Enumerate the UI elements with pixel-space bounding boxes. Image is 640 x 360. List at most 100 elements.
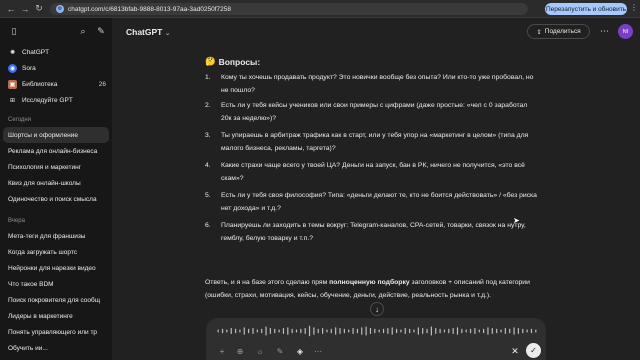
list-text: Кому ты хочешь продавать продукт? Это но…: [221, 74, 534, 94]
globe-icon[interactable]: ⊕: [234, 345, 246, 357]
list-text: Какие страхи чаще всего у твоей ЦА? День…: [221, 162, 525, 182]
toggle-sidebar-icon[interactable]: ▯: [9, 26, 19, 36]
waveform-bar: [378, 329, 380, 333]
browser-toolbar: ← → ↻ ⚙ chatgpt.com/c/6813bfab-9888-8013…: [0, 0, 640, 18]
new-chat-icon[interactable]: ✎: [96, 26, 106, 36]
waveform-bar: [369, 328, 372, 334]
waveform-bar: [322, 328, 324, 334]
message-content: 🤔 Вопросы: 1. Кому ты хочешь продавать п…: [205, 46, 545, 346]
lightbulb-icon[interactable]: ☼: [254, 345, 266, 357]
scroll-down-button[interactable]: ↓: [370, 302, 384, 316]
library-icon: ▣: [8, 79, 17, 89]
waveform-bar: [448, 328, 450, 334]
add-icon[interactable]: +: [216, 345, 228, 357]
section-today-label: Сегодня: [8, 117, 31, 123]
chat-item[interactable]: Понять управляющего или тр: [0, 324, 112, 340]
chatgpt-logo-icon: ✺: [9, 49, 16, 56]
waveform-bar: [461, 328, 463, 334]
sidebar-item-explore-gpt[interactable]: ⊞ Исследуйте GPT: [0, 92, 112, 108]
relaunch-update-button[interactable]: Перезапустить и обновить: [545, 3, 627, 15]
list-number: 3.: [205, 132, 211, 139]
sidebar-item-sora[interactable]: ◉ Sora: [0, 60, 112, 76]
chat-item[interactable]: Лидеры в маркетинге: [0, 308, 112, 324]
mouse-cursor-icon: ➤: [513, 216, 520, 225]
address-bar[interactable]: ⚙ chatgpt.com/c/6813bfab-9888-8013-97aa-…: [50, 3, 528, 15]
chat-item[interactable]: Поиск покровителя для сообщ: [0, 292, 112, 308]
waveform-bar: [352, 328, 354, 334]
list-text: Ты упираешь в арбитраж трафика как в ста…: [221, 132, 529, 152]
waveform-bar: [435, 328, 437, 334]
waveform-bar: [265, 326, 267, 336]
waveform-bar: [487, 327, 489, 335]
chat-item[interactable]: Мета-теги для франшизы: [0, 228, 112, 244]
waveform-bar: [217, 329, 219, 333]
sidebar-item-label: Sora: [22, 64, 36, 72]
waveform-bar: [339, 328, 341, 334]
questions-heading: 🤔 Вопросы:: [205, 56, 260, 67]
chat-item[interactable]: Квиз для онлайн-школы: [0, 175, 112, 191]
sidebar-item-chatgpt[interactable]: ✺ ChatGPT: [0, 44, 112, 60]
confirm-dictation-button[interactable]: ✓: [526, 343, 541, 358]
forward-icon[interactable]: →: [18, 2, 32, 16]
waveform-bar: [430, 326, 432, 336]
waveform-bar: [261, 328, 263, 334]
waveform-bar: [496, 328, 498, 334]
share-icon: ⇪: [536, 28, 542, 36]
main-header: ChatGPT ⌄ ⇪ Поделиться ⋯ NI: [112, 18, 640, 46]
avatar[interactable]: NI: [618, 24, 633, 39]
chat-item[interactable]: Когда загружать шортс: [0, 244, 112, 260]
waveform-bar: [409, 328, 411, 334]
waveform-bar: [348, 329, 350, 333]
waveform-bar: [469, 328, 472, 334]
paragraph-bold-text: полноценную подборку: [329, 279, 410, 286]
waveform-bar: [308, 325, 311, 337]
list-text: Планируешь ли заходить в темы вокруг: Te…: [221, 222, 526, 242]
waveform-bar: [234, 328, 237, 334]
library-count: 26: [98, 80, 106, 88]
waveform-bar: [269, 328, 271, 334]
more-tools-icon[interactable]: ⋯: [312, 345, 324, 357]
chat-item[interactable]: Шортсы и оформление: [3, 127, 109, 143]
back-icon[interactable]: ←: [4, 2, 18, 16]
cancel-dictation-button[interactable]: ✕: [509, 345, 521, 357]
waveform-bar: [439, 328, 441, 334]
canvas-icon[interactable]: ◈: [294, 345, 306, 357]
waveform-bar: [474, 328, 476, 334]
waveform-bar: [274, 328, 276, 334]
chat-item[interactable]: Обучить ии...: [0, 340, 112, 356]
pen-icon[interactable]: ✎: [274, 345, 286, 357]
waveform-bar: [491, 328, 493, 334]
waveform-bar: [456, 327, 459, 335]
share-label: Поделиться: [544, 28, 581, 35]
waveform-bar: [504, 328, 506, 334]
list-number: 2.: [205, 102, 211, 109]
waveform-bar: [361, 327, 363, 335]
list-text: Есть ли у тебя своя философия? Типа: «де…: [221, 192, 537, 212]
share-button[interactable]: ⇪ Поделиться: [527, 24, 590, 39]
waveform-bar: [374, 328, 376, 334]
list-number: 6.: [205, 222, 211, 229]
waveform-bar: [330, 328, 332, 334]
url-text[interactable]: chatgpt.com/c/6813bfab-9888-8013-97aa-3a…: [68, 6, 231, 13]
chat-item[interactable]: Нейронки для нарезки видео: [0, 260, 112, 276]
waveform-bar: [413, 329, 415, 333]
chat-item[interactable]: Реклама для онлайн-бизнеса: [0, 143, 112, 159]
waveform-bar: [317, 328, 319, 334]
chat-item[interactable]: Одиночество и поиск смысла: [0, 191, 112, 207]
more-options-icon[interactable]: ⋯: [600, 26, 609, 37]
list-number: 5.: [205, 192, 211, 199]
chat-item[interactable]: Что такое BDM: [0, 276, 112, 292]
waveform-bar: [287, 327, 289, 335]
browser-menu-icon[interactable]: ⋮: [630, 3, 638, 12]
waveform-bar: [387, 328, 389, 334]
model-selector[interactable]: ChatGPT ⌄: [126, 27, 171, 37]
list-text: Есть ли у тебя кейсы учеников или свои п…: [221, 102, 528, 122]
site-info-icon[interactable]: ⚙: [56, 5, 64, 13]
sidebar-item-library[interactable]: ▣ Библиотека 26: [0, 76, 112, 92]
search-icon[interactable]: ⌕: [78, 26, 88, 36]
waveform-bar: [465, 329, 467, 333]
chat-item[interactable]: Психология и маркетинг: [0, 159, 112, 175]
waveform-bar: [395, 328, 398, 334]
reload-icon[interactable]: ↻: [32, 2, 46, 16]
audio-waveform: [217, 325, 537, 337]
